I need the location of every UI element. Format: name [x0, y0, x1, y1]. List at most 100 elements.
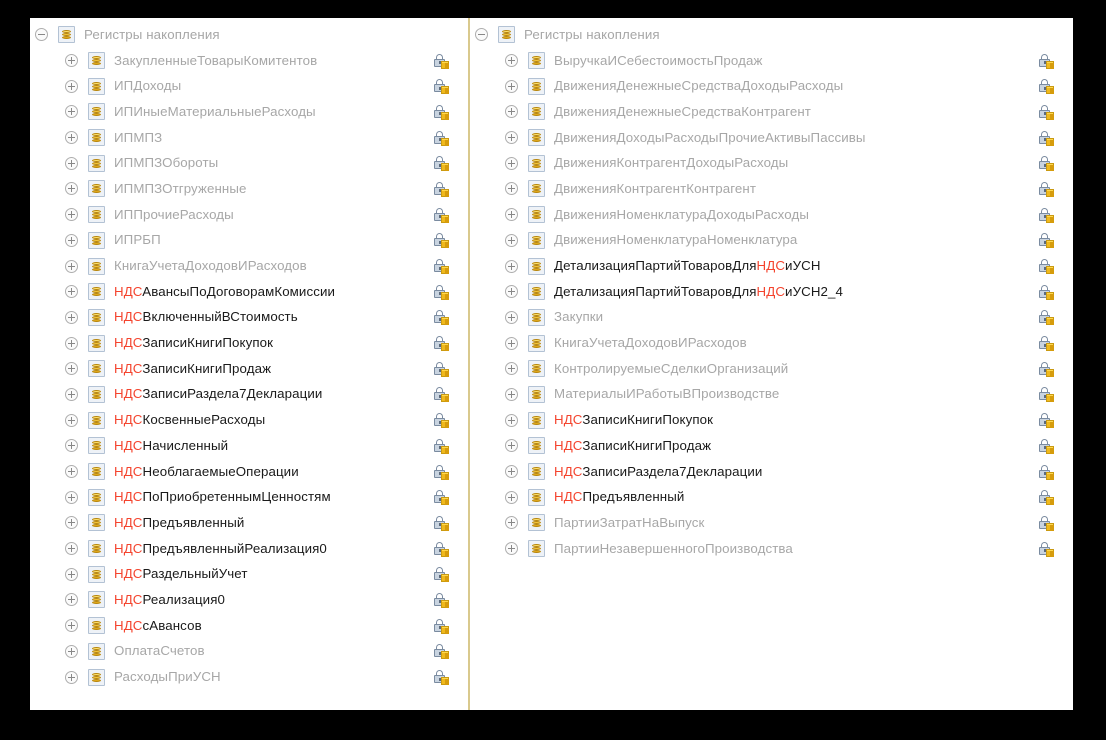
- tree-row[interactable]: ПартииЗатратНаВыпуск: [470, 510, 1073, 536]
- tree-row[interactable]: ДвиженияКонтрагентКонтрагент: [470, 176, 1073, 202]
- tree-row[interactable]: НДСНеоблагаемыеОперации: [30, 459, 468, 485]
- tree-row[interactable]: НДСЗаписиРаздела7Декларации: [470, 459, 1073, 485]
- plus-circle-icon[interactable]: [504, 490, 519, 505]
- lock-with-object-icon[interactable]: [433, 335, 450, 352]
- tree-row[interactable]: ИПРБП: [30, 228, 468, 254]
- lock-with-object-icon[interactable]: [433, 566, 450, 583]
- lock-with-object-icon[interactable]: [433, 309, 450, 326]
- tree-row[interactable]: КнигаУчетаДоходовИРасходов: [470, 330, 1073, 356]
- plus-circle-icon[interactable]: [504, 181, 519, 196]
- plus-circle-icon[interactable]: [504, 336, 519, 351]
- lock-with-object-icon[interactable]: [433, 284, 450, 301]
- plus-circle-icon[interactable]: [64, 567, 79, 582]
- plus-circle-icon[interactable]: [64, 413, 79, 428]
- plus-circle-icon[interactable]: [504, 310, 519, 325]
- lock-with-object-icon[interactable]: [1038, 181, 1055, 198]
- plus-circle-icon[interactable]: [64, 387, 79, 402]
- lock-with-object-icon[interactable]: [1038, 541, 1055, 558]
- plus-circle-icon[interactable]: [504, 361, 519, 376]
- tree-row[interactable]: НДСКосвенныеРасходы: [30, 407, 468, 433]
- tree-row[interactable]: НДСЗаписиКнигиПродаж: [470, 433, 1073, 459]
- lock-with-object-icon[interactable]: [1038, 78, 1055, 95]
- lock-with-object-icon[interactable]: [433, 618, 450, 635]
- lock-with-object-icon[interactable]: [433, 130, 450, 147]
- plus-circle-icon[interactable]: [64, 259, 79, 274]
- tree-row[interactable]: НДСРаздельныйУчет: [30, 561, 468, 587]
- plus-circle-icon[interactable]: [504, 233, 519, 248]
- plus-circle-icon[interactable]: [64, 207, 79, 222]
- tree-row[interactable]: ДетализацияПартийТоваровДляНДСиУСН: [470, 253, 1073, 279]
- lock-with-object-icon[interactable]: [433, 232, 450, 249]
- lock-with-object-icon[interactable]: [1038, 412, 1055, 429]
- lock-with-object-icon[interactable]: [433, 592, 450, 609]
- minus-circle-icon[interactable]: [474, 27, 489, 42]
- lock-with-object-icon[interactable]: [433, 412, 450, 429]
- lock-with-object-icon[interactable]: [1038, 258, 1055, 275]
- tree-row[interactable]: ИПИныеМатериальныеРасходы: [30, 99, 468, 125]
- lock-with-object-icon[interactable]: [1038, 361, 1055, 378]
- plus-circle-icon[interactable]: [64, 181, 79, 196]
- plus-circle-icon[interactable]: [504, 259, 519, 274]
- tree-row[interactable]: ИПДоходы: [30, 73, 468, 99]
- tree-row[interactable]: НДСРеализация0: [30, 587, 468, 613]
- tree-root-row[interactable]: Регистры накопления: [470, 22, 1073, 48]
- plus-circle-icon[interactable]: [64, 233, 79, 248]
- tree-row[interactable]: КнигаУчетаДоходовИРасходов: [30, 253, 468, 279]
- lock-with-object-icon[interactable]: [433, 361, 450, 378]
- lock-with-object-icon[interactable]: [433, 643, 450, 660]
- tree-row[interactable]: НДСЗаписиРаздела7Декларации: [30, 382, 468, 408]
- plus-circle-icon[interactable]: [64, 644, 79, 659]
- plus-circle-icon[interactable]: [504, 53, 519, 68]
- plus-circle-icon[interactable]: [64, 156, 79, 171]
- tree-row[interactable]: ИПМПЗ: [30, 125, 468, 151]
- lock-with-object-icon[interactable]: [433, 669, 450, 686]
- lock-with-object-icon[interactable]: [1038, 232, 1055, 249]
- plus-circle-icon[interactable]: [64, 336, 79, 351]
- tree-row[interactable]: НДСНачисленный: [30, 433, 468, 459]
- tree-pane-left[interactable]: Регистры накопления ЗакупленныеТоварыКоми…: [30, 18, 468, 710]
- plus-circle-icon[interactable]: [64, 284, 79, 299]
- plus-circle-icon[interactable]: [504, 156, 519, 171]
- lock-with-object-icon[interactable]: [433, 438, 450, 455]
- plus-circle-icon[interactable]: [64, 361, 79, 376]
- lock-with-object-icon[interactable]: [433, 489, 450, 506]
- tree-row[interactable]: КонтролируемыеСделкиОрганизаций: [470, 356, 1073, 382]
- plus-circle-icon[interactable]: [504, 130, 519, 145]
- lock-with-object-icon[interactable]: [1038, 438, 1055, 455]
- tree-row[interactable]: ДвиженияДенежныеСредстваКонтрагент: [470, 99, 1073, 125]
- plus-circle-icon[interactable]: [64, 464, 79, 479]
- plus-circle-icon[interactable]: [504, 515, 519, 530]
- lock-with-object-icon[interactable]: [433, 541, 450, 558]
- plus-circle-icon[interactable]: [64, 618, 79, 633]
- plus-circle-icon[interactable]: [504, 79, 519, 94]
- tree-row[interactable]: НДСПредъявленный: [470, 484, 1073, 510]
- tree-row[interactable]: ЗакупленныеТоварыКомитентов: [30, 48, 468, 74]
- lock-with-object-icon[interactable]: [1038, 515, 1055, 532]
- tree-row[interactable]: ИПМПЗОбороты: [30, 150, 468, 176]
- lock-with-object-icon[interactable]: [433, 155, 450, 172]
- tree-row[interactable]: НДСЗаписиКнигиПокупок: [470, 407, 1073, 433]
- tree-row[interactable]: ПартииНезавершенногоПроизводства: [470, 536, 1073, 562]
- plus-circle-icon[interactable]: [64, 541, 79, 556]
- tree-row[interactable]: НДСВключенныйВСтоимость: [30, 305, 468, 331]
- tree-row[interactable]: НДСЗаписиКнигиПокупок: [30, 330, 468, 356]
- lock-with-object-icon[interactable]: [1038, 130, 1055, 147]
- tree-row[interactable]: ДвиженияНоменклатураДоходыРасходы: [470, 202, 1073, 228]
- tree-row[interactable]: ОплатаСчетов: [30, 639, 468, 665]
- tree-row[interactable]: НДСПредъявленный: [30, 510, 468, 536]
- lock-with-object-icon[interactable]: [433, 207, 450, 224]
- plus-circle-icon[interactable]: [504, 104, 519, 119]
- lock-with-object-icon[interactable]: [1038, 53, 1055, 70]
- tree-row[interactable]: ИППрочиеРасходы: [30, 202, 468, 228]
- plus-circle-icon[interactable]: [64, 104, 79, 119]
- plus-circle-icon[interactable]: [64, 79, 79, 94]
- tree-row[interactable]: НДСПоПриобретеннымЦенностям: [30, 484, 468, 510]
- lock-with-object-icon[interactable]: [1038, 309, 1055, 326]
- plus-circle-icon[interactable]: [64, 53, 79, 68]
- lock-with-object-icon[interactable]: [433, 104, 450, 121]
- tree-row[interactable]: ДвиженияКонтрагентДоходыРасходы: [470, 150, 1073, 176]
- lock-with-object-icon[interactable]: [1038, 464, 1055, 481]
- plus-circle-icon[interactable]: [64, 310, 79, 325]
- plus-circle-icon[interactable]: [64, 592, 79, 607]
- tree-row[interactable]: ДвиженияДенежныеСредстваДоходыРасходы: [470, 73, 1073, 99]
